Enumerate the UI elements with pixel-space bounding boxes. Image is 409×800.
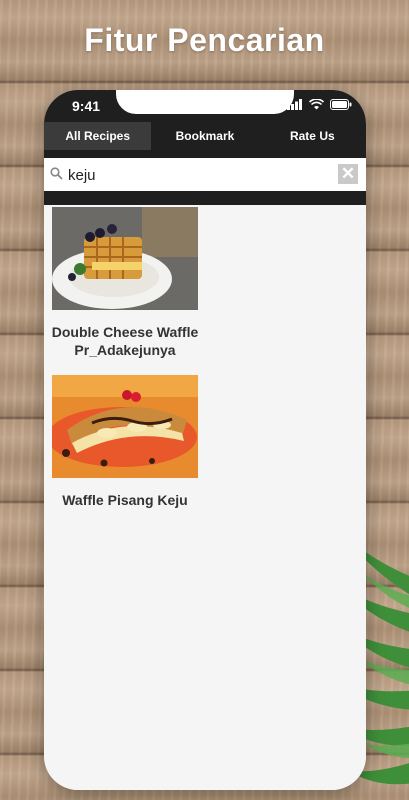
results-list: Double Cheese Waffle Pr_Adakejunya Waffl… [44,205,366,790]
clear-search-button[interactable]: ✕ [338,164,358,184]
tab-all-recipes[interactable]: All Recipes [44,122,152,150]
recipe-image-double-cheese-waffle [52,207,198,310]
app-header: 9:41 All Recipes Bookmark Rate Us [44,90,366,158]
wifi-icon [309,99,324,110]
search-bar: ✕ [44,158,366,192]
tab-bookmark[interactable]: Bookmark [151,122,258,150]
signal-icon [287,99,302,110]
page-headline: Fitur Pencarian [84,22,325,58]
phone-frame: 9:41 All Recipes Bookmark Rate Us keju ✕… [44,90,366,790]
recipe-image-waffle-pisang-keju [52,375,198,478]
recipe-title: Waffle Pisang Keju [62,492,188,508]
tab-rate-us[interactable]: Rate Us [259,122,366,150]
battery-icon [330,99,352,110]
recipe-card[interactable]: Double Cheese Waffle Pr_Adakejunya [52,207,198,359]
status-icons [287,99,352,110]
header-bottom-strip [44,191,366,205]
status-time: 9:41 [72,98,101,114]
recipe-title: Double Cheese Waffle Pr_Adakejunya [51,324,199,358]
phone-notch [116,90,294,114]
search-icon [50,167,63,180]
search-input[interactable] [66,163,335,187]
recipe-card[interactable]: Waffle Pisang Keju [52,375,198,509]
tab-bar: All Recipes Bookmark Rate Us [44,122,366,150]
